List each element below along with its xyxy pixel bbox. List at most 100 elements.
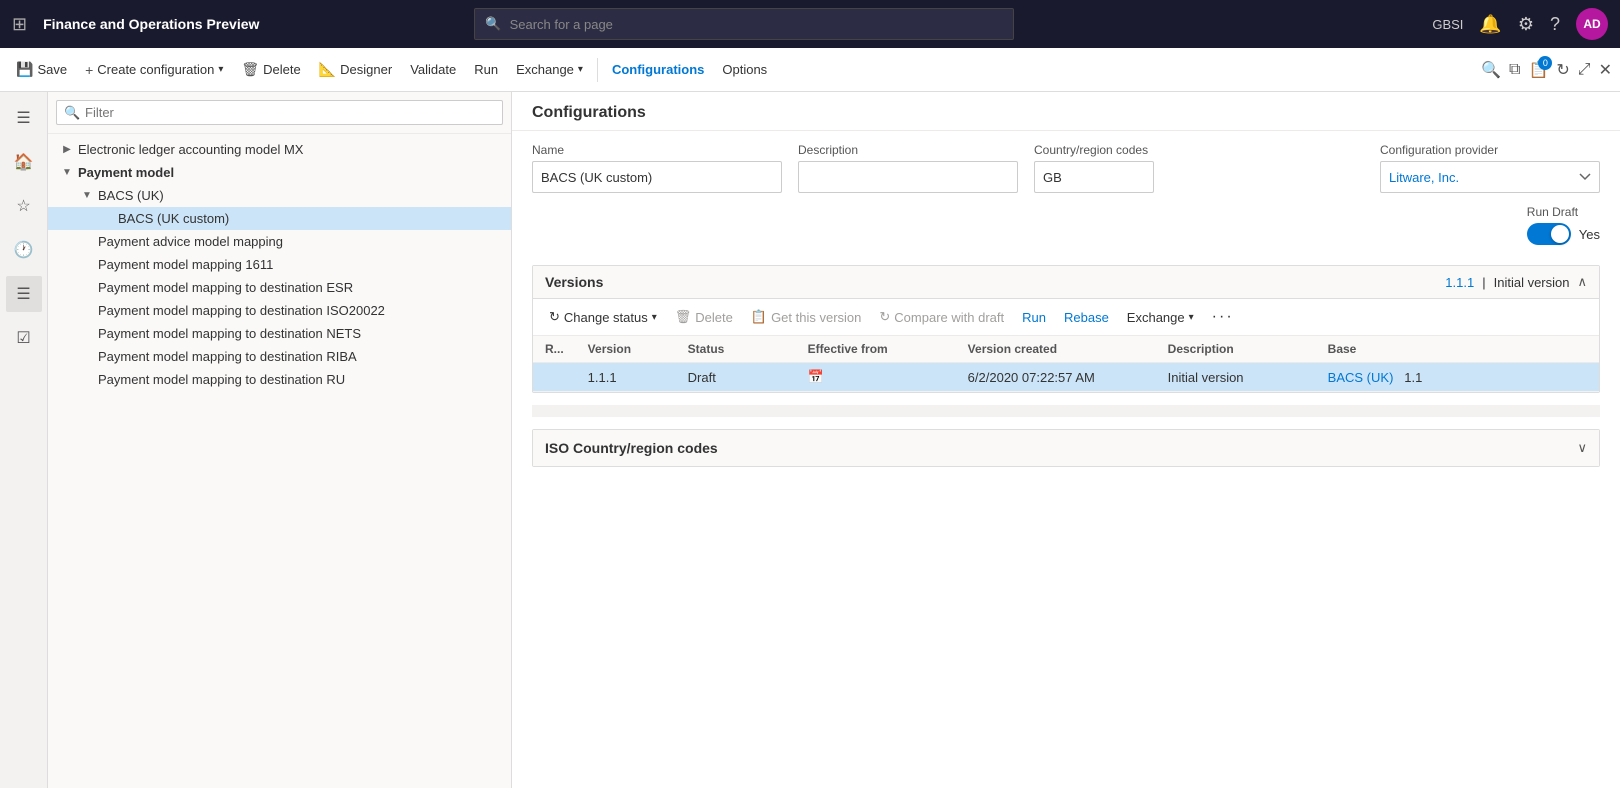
table-row[interactable]: 1.1.1 Draft 📅 6/2/2020 07:22:57 AM Initi… <box>533 363 1599 392</box>
versions-header: Versions 1.1.1 | Initial version ∧ <box>533 266 1599 299</box>
get-this-version-button[interactable]: 📋 Get this version <box>743 306 870 328</box>
settings-icon[interactable]: ⚙ <box>1518 14 1534 35</box>
versions-toolbar: ↻ Change status ▾ 🗑 Delete 📋 Get this ve… <box>533 299 1599 336</box>
horizontal-scrollbar[interactable] <box>532 405 1600 417</box>
content-panel: Configurations Name Description Country/… <box>512 92 1620 788</box>
refresh-icon[interactable]: ↻ <box>1556 60 1569 80</box>
tree-item-item4[interactable]: BACS (UK custom) <box>48 207 511 230</box>
layout-icon[interactable]: ⧉ <box>1509 61 1520 79</box>
iso-title: ISO Country/region codes <box>545 440 718 456</box>
tree-item-item6[interactable]: Payment model mapping 1611 <box>48 253 511 276</box>
iso-header[interactable]: ISO Country/region codes ∨ <box>533 430 1599 466</box>
tree-item-item1[interactable]: ▶ Electronic ledger accounting model MX <box>48 138 511 161</box>
tree-chevron-icon: ▶ <box>60 144 74 155</box>
recent-icon[interactable]: 🕐 <box>6 232 42 268</box>
content-title: Configurations <box>532 104 1600 122</box>
config-provider-field: Configuration provider Litware, Inc. <box>1380 143 1600 193</box>
description-field: Description <box>798 143 1018 193</box>
base-link[interactable]: BACS (UK) <box>1328 370 1394 385</box>
toggle-wrap: Yes <box>1527 223 1600 245</box>
run-draft-value: Yes <box>1579 227 1600 242</box>
cell-created: 6/2/2020 07:22:57 AM <box>956 363 1156 392</box>
designer-button[interactable]: 📐 Designer <box>311 57 400 82</box>
versions-header-row: R... Version Status Effective from Versi… <box>533 336 1599 363</box>
change-status-icon: ↻ <box>549 309 560 325</box>
exchange-chevron-icon: ▾ <box>578 64 583 75</box>
change-status-button[interactable]: ↻ Change status ▾ <box>541 306 665 328</box>
validate-button[interactable]: Validate <box>402 58 464 81</box>
col-header-status: Status <box>676 336 796 363</box>
plus-icon: + <box>85 62 93 78</box>
main-toolbar: 💾 Save + Create configuration ▾ 🗑 Delete… <box>0 48 1620 92</box>
star-icon[interactable]: ☆ <box>6 188 42 224</box>
hamburger-menu-icon[interactable]: ☰ <box>6 100 42 136</box>
tree-item-item8[interactable]: Payment model mapping to destination ISO… <box>48 299 511 322</box>
versions-collapse-button[interactable]: ∧ <box>1577 274 1587 290</box>
tree-item-label: Electronic ledger accounting model MX <box>78 142 303 157</box>
versions-meta: 1.1.1 | Initial version ∧ <box>1445 274 1587 290</box>
tree-item-label: Payment model <box>78 165 174 180</box>
version-label-text: Initial version <box>1494 275 1570 290</box>
tree-item-item5[interactable]: Payment advice model mapping <box>48 230 511 253</box>
exchange-button[interactable]: Exchange ▾ <box>508 58 591 81</box>
rebase-button[interactable]: Rebase <box>1056 307 1117 328</box>
versions-delete-button[interactable]: 🗑 Delete <box>667 306 741 328</box>
versions-exchange-button[interactable]: Exchange ▾ <box>1119 307 1202 328</box>
designer-icon: 📐 <box>319 61 336 78</box>
cell-effective: 📅 <box>796 363 956 392</box>
tree-item-item10[interactable]: Payment model mapping to destination RIB… <box>48 345 511 368</box>
col-header-effective: Effective from <box>796 336 956 363</box>
compare-with-draft-button[interactable]: ↻ Compare with draft <box>871 306 1012 328</box>
calendar-icon[interactable]: 📅 <box>808 369 824 384</box>
cell-version: 1.1.1 <box>576 363 676 392</box>
tree-item-label: Payment advice model mapping <box>98 234 283 249</box>
grid-icon[interactable]: ⊞ <box>12 14 27 35</box>
name-input[interactable] <box>532 161 782 193</box>
iso-collapse-icon: ∨ <box>1577 440 1587 456</box>
version-separator: | <box>1482 275 1485 290</box>
filter-icon[interactable]: 🔍 <box>1481 60 1501 80</box>
notifications-badge-icon[interactable]: 📋 0 <box>1528 60 1548 80</box>
tree-item-item11[interactable]: Payment model mapping to destination RU <box>48 368 511 391</box>
tree-item-item3[interactable]: ▼BACS (UK) <box>48 184 511 207</box>
run-draft-toggle[interactable] <box>1527 223 1571 245</box>
tree-item-item9[interactable]: Payment model mapping to destination NET… <box>48 322 511 345</box>
configurations-tab-button[interactable]: Configurations <box>604 58 712 81</box>
search-input[interactable] <box>510 17 1004 32</box>
filter-input-wrap: 🔍 <box>56 100 503 125</box>
tree-chevron-icon: ▼ <box>60 167 74 178</box>
notification-icon[interactable]: 🔔 <box>1479 14 1501 35</box>
run-button[interactable]: Run <box>466 58 506 81</box>
tree-item-item2[interactable]: ▼ Payment model <box>48 161 511 184</box>
list-icon[interactable]: ☰ <box>6 276 42 312</box>
country-field: Country/region codes <box>1034 143 1154 193</box>
country-input[interactable] <box>1034 161 1154 193</box>
create-config-chevron-icon: ▾ <box>218 64 223 75</box>
versions-table-scroll[interactable]: R... Version Status Effective from Versi… <box>533 336 1599 392</box>
home-icon[interactable]: 🏠 <box>6 144 42 180</box>
versions-run-button[interactable]: Run <box>1014 307 1054 328</box>
tree-item-label: BACS (UK custom) <box>118 211 229 226</box>
tree-content: ▶ Electronic ledger accounting model MX ▼ P… <box>48 134 511 788</box>
description-input[interactable] <box>798 161 1018 193</box>
options-tab-button[interactable]: Options <box>714 58 775 81</box>
help-icon[interactable]: ? <box>1550 14 1560 35</box>
name-field: Name <box>532 143 782 193</box>
cell-description: Initial version <box>1156 363 1316 392</box>
checklist-icon[interactable]: ☑ <box>6 320 42 356</box>
config-provider-select[interactable]: Litware, Inc. <box>1380 161 1600 193</box>
save-button[interactable]: 💾 Save <box>8 57 75 82</box>
create-configuration-button[interactable]: + Create configuration ▾ <box>77 58 231 82</box>
close-icon[interactable]: ✕ <box>1599 60 1612 80</box>
search-bar[interactable]: 🔍 <box>474 8 1014 40</box>
expand-icon[interactable]: ⤢ <box>1578 61 1591 79</box>
tree-item-item7[interactable]: Payment model mapping to destination ESR <box>48 276 511 299</box>
tree-item-label: Payment model mapping to destination RU <box>98 372 345 387</box>
delete-button[interactable]: 🗑 Delete <box>233 57 308 82</box>
versions-more-button[interactable]: ··· <box>1204 305 1242 329</box>
user-avatar[interactable]: AD <box>1576 8 1608 40</box>
toolbar-separator <box>597 58 598 82</box>
versions-title: Versions <box>545 274 603 290</box>
filter-input[interactable] <box>56 100 503 125</box>
delete-icon: 🗑 <box>241 61 259 78</box>
